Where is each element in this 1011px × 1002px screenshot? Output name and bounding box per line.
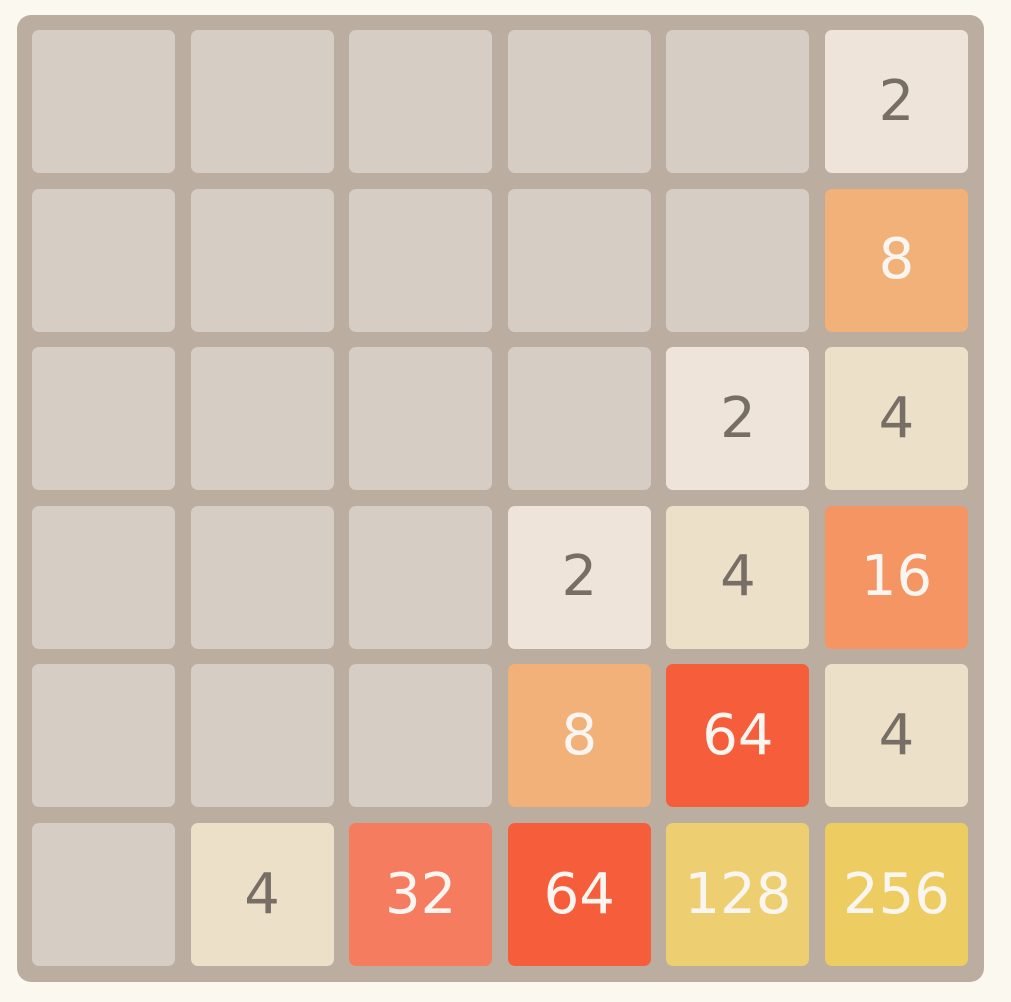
tile-4: 4 [825,347,968,491]
empty-cell [190,347,334,491]
empty-cell [349,505,493,649]
empty-cell [190,30,334,173]
empty-cell [349,30,493,173]
tile-64: 64 [666,664,810,808]
empty-cell [190,188,334,332]
empty-cell [507,188,651,332]
empty-cell [666,30,810,173]
tile-8: 8 [825,188,968,332]
empty-cell [507,347,651,491]
empty-cell [32,347,175,491]
tile-4: 4 [190,823,334,966]
tile-32: 32 [349,823,493,966]
empty-cell [349,664,493,808]
empty-cell [32,30,175,173]
empty-cell [349,188,493,332]
empty-cell [32,664,175,808]
tile-2: 2 [825,30,968,173]
empty-cell [190,505,334,649]
tile-64: 64 [507,823,651,966]
tile-128: 128 [666,823,810,966]
empty-cell [349,347,493,491]
empty-cell [32,505,175,649]
tile-2: 2 [666,347,810,491]
empty-cell [32,188,175,332]
tile-4: 4 [666,505,810,649]
tile-16: 16 [825,505,968,649]
tile-4: 4 [825,664,968,808]
empty-cell [666,188,810,332]
empty-cell [507,30,651,173]
tile-2: 2 [507,505,651,649]
game-board[interactable]: 2 8 2 4 2 4 16 8 64 4 4 32 64 128 256 [17,15,984,982]
tile-8: 8 [507,664,651,808]
empty-cell [32,823,175,966]
tile-256: 256 [825,823,968,966]
empty-cell [190,664,334,808]
